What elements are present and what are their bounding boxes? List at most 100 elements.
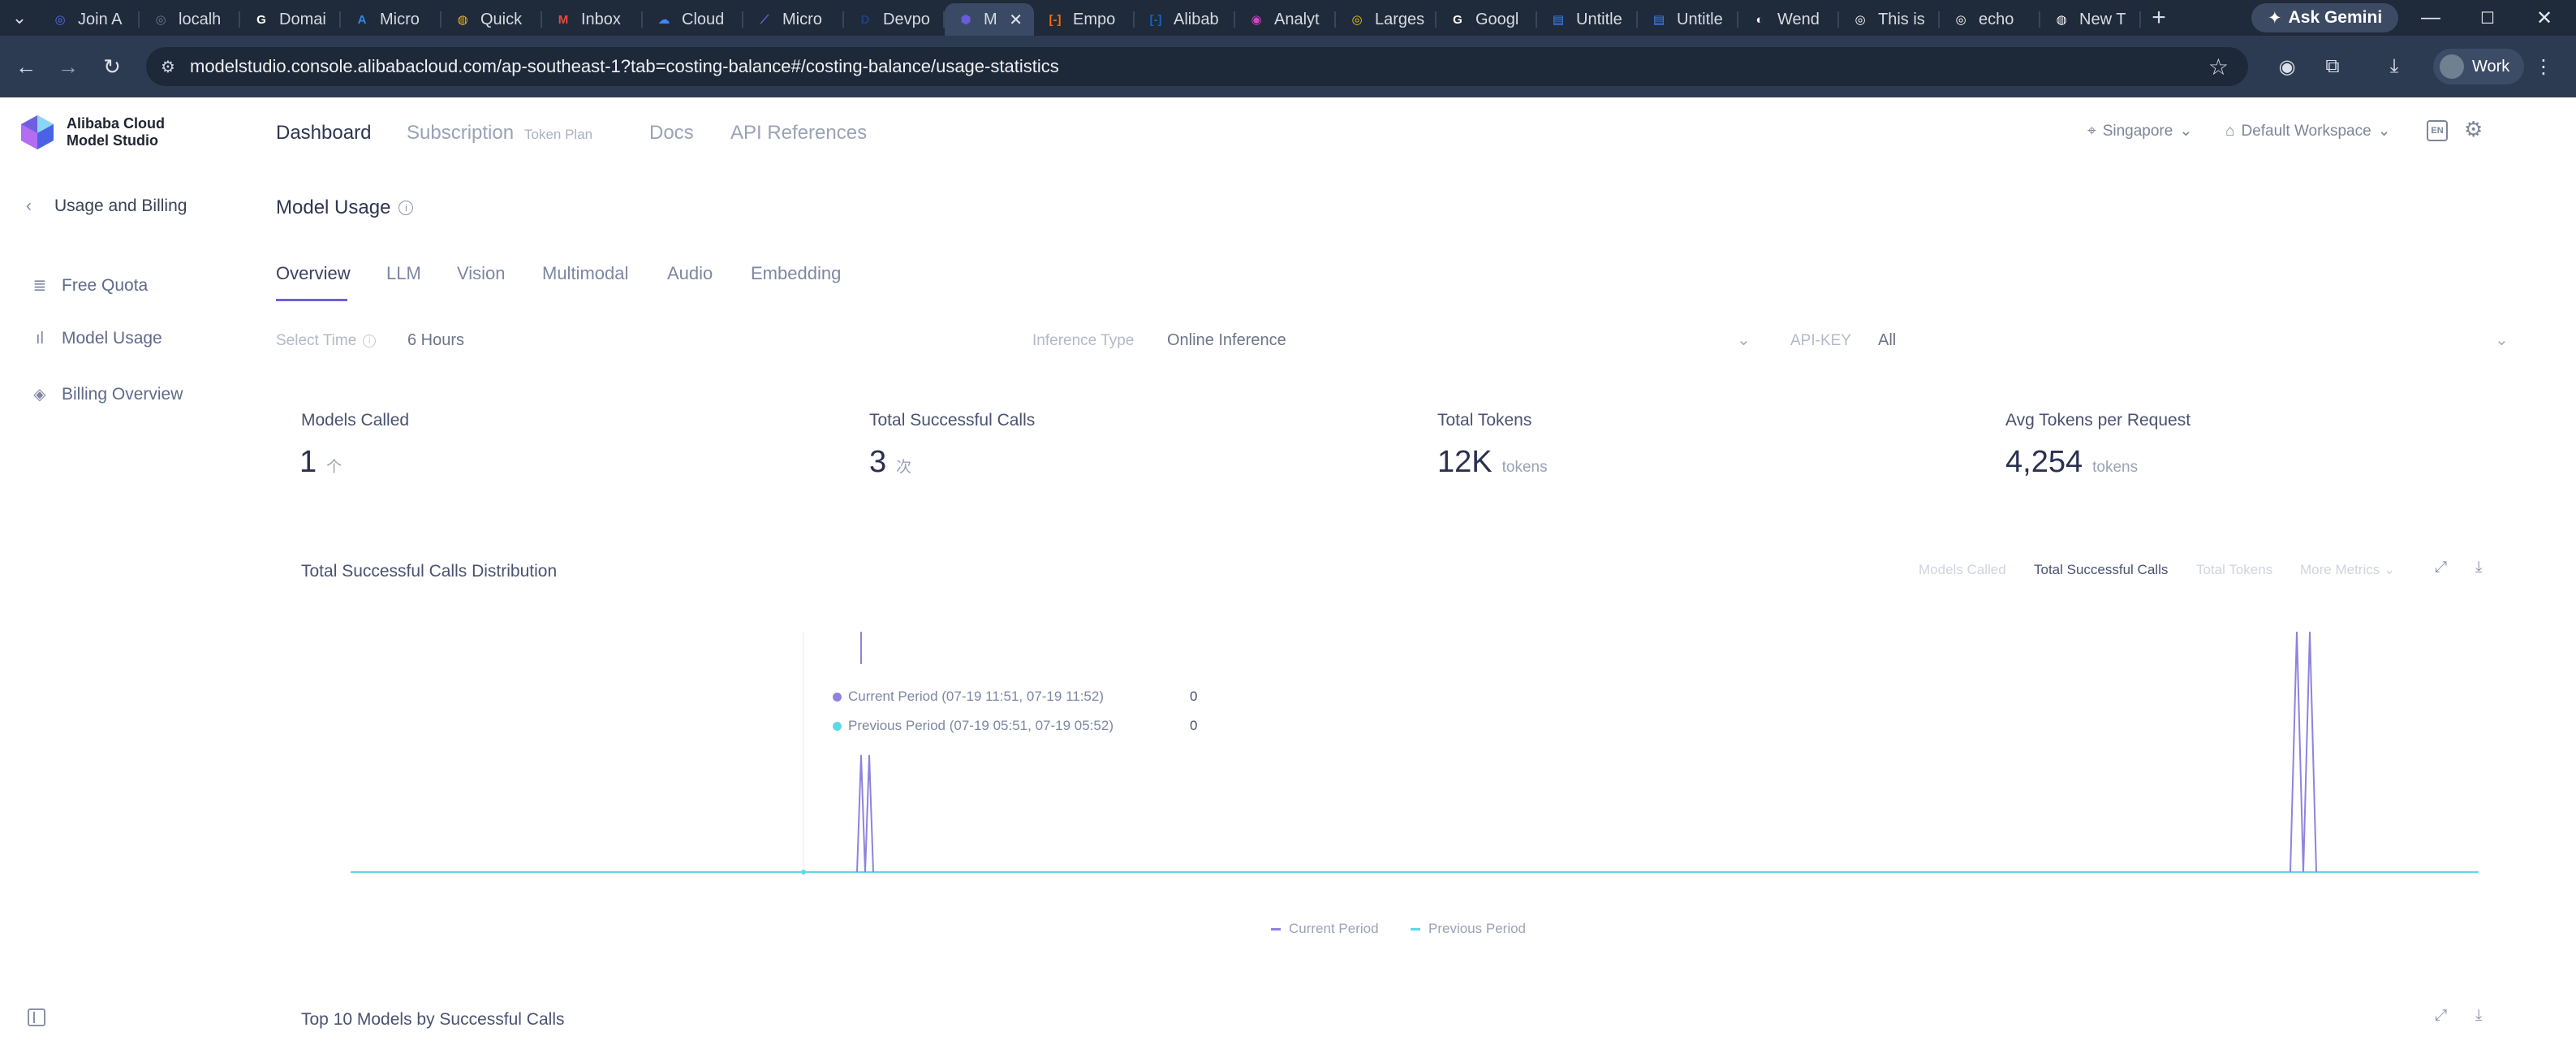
- tab-embedding[interactable]: Embedding: [751, 263, 841, 284]
- maximize-icon[interactable]: ☐: [2459, 0, 2516, 36]
- tab-llm[interactable]: LLM: [386, 263, 421, 284]
- bookmark-star-icon[interactable]: ☆: [2208, 54, 2229, 80]
- region-selector[interactable]: ⌖ Singapore ⌄: [2087, 122, 2192, 140]
- browser-tab[interactable]: ◎ echo: [1940, 3, 2040, 36]
- model-studio-logo-icon: [21, 115, 54, 149]
- sidebar-item-model-usage[interactable]: ıl Model Usage: [31, 329, 162, 348]
- extension-icon[interactable]: ◉: [2272, 52, 2302, 81]
- url-input[interactable]: ⚙ modelstudio.console.alibabacloud.com/a…: [146, 47, 2248, 86]
- sidebar-item-label: Billing Overview: [62, 384, 183, 404]
- info-icon[interactable]: i: [398, 201, 414, 215]
- reload-icon[interactable]: ↻: [96, 50, 128, 83]
- inference-type-select[interactable]: Online Inference: [1167, 331, 1286, 350]
- metric-tab-total-calls[interactable]: Total Successful Calls: [2034, 562, 2168, 578]
- legend-previous-period[interactable]: Previous Period: [1411, 921, 1526, 937]
- profile-button[interactable]: Work: [2433, 49, 2525, 84]
- legend-current-period[interactable]: Current Period: [1271, 921, 1379, 937]
- sidebar-collapse-icon[interactable]: [28, 1008, 45, 1026]
- download-icon[interactable]: ⤓: [2475, 559, 2482, 576]
- select-time-value[interactable]: 6 Hours: [407, 331, 464, 350]
- close-tab-icon[interactable]: ✕: [1009, 10, 1023, 30]
- tab-multimodal[interactable]: Multimodal: [542, 263, 628, 284]
- expand-icon[interactable]: ⤢: [2435, 559, 2447, 576]
- download-icon[interactable]: ⤓: [2475, 1007, 2482, 1025]
- browser-tab[interactable]: M Inbox: [542, 3, 643, 36]
- browser-tab[interactable]: [-] Alibab: [1135, 3, 1235, 36]
- browser-tab-label: Analyt: [1274, 10, 1320, 28]
- metric-tab-models-called[interactable]: Models Called: [1919, 562, 2006, 578]
- browser-tab[interactable]: ▤ Untitle: [1537, 3, 1638, 36]
- close-window-icon[interactable]: ✕: [2516, 0, 2573, 36]
- browser-tab[interactable]: ◎ This is: [1839, 3, 1940, 36]
- settings-gear-icon[interactable]: ⚙: [2464, 117, 2483, 142]
- profile-label: Work: [2472, 57, 2510, 76]
- sparkle-icon: ✦: [2268, 8, 2282, 28]
- tab-search-icon[interactable]: ⌄: [0, 0, 39, 36]
- browser-tab[interactable]: ⟋ Micro: [743, 3, 844, 36]
- browser-tab[interactable]: ◎ localh: [140, 3, 240, 36]
- sidebar-item-billing-overview[interactable]: ◈ Billing Overview: [31, 384, 183, 404]
- ask-gemini-button[interactable]: ✦ Ask Gemini: [2251, 3, 2399, 32]
- workspace-selector[interactable]: ⌂ Default Workspace ⌄: [2225, 122, 2391, 140]
- stat-total-calls: 3 次: [869, 445, 911, 480]
- tab-overview[interactable]: Overview: [276, 263, 351, 284]
- site-info-icon[interactable]: ⚙: [161, 57, 175, 77]
- browser-tab[interactable]: G Googl: [1437, 3, 1537, 36]
- stat-value: 12K: [1437, 445, 1493, 479]
- browser-tab[interactable]: A Micro: [341, 3, 442, 36]
- sidebar-item-free-quota[interactable]: ≣ Free Quota: [31, 275, 149, 296]
- sidebar-back-link[interactable]: ‹ Usage and Billing: [26, 196, 187, 216]
- stat-value: 4,254: [2005, 445, 2083, 479]
- tooltip-row-previous: Previous Period (07-19 05:51, 07-19 05:5…: [833, 718, 1114, 734]
- logo[interactable]: Alibaba Cloud Model Studio: [19, 114, 165, 151]
- expand-icon[interactable]: ⤢: [2435, 1007, 2447, 1025]
- language-switch[interactable]: EN: [2427, 120, 2448, 141]
- nav-api-references[interactable]: API References: [730, 122, 867, 145]
- chevron-down-icon[interactable]: ⌄: [2495, 330, 2509, 350]
- minimize-icon[interactable]: —: [2402, 0, 2459, 36]
- browser-tab[interactable]: ◎ Join A: [39, 3, 140, 36]
- legend-swatch: [1271, 927, 1281, 931]
- select-time-label: Select Time i: [276, 332, 377, 350]
- browser-tab[interactable]: G Domai: [240, 3, 341, 36]
- tooltip-dot: [833, 721, 842, 731]
- more-metrics-label: More Metrics: [2300, 562, 2380, 577]
- hover-point: [801, 870, 806, 874]
- api-key-select[interactable]: All: [1878, 331, 1896, 350]
- browser-tab[interactable]: ⬢ M ✕: [945, 3, 1034, 36]
- nav-token-plan[interactable]: Token Plan: [524, 127, 592, 143]
- browser-tab[interactable]: ◍ New T: [2040, 3, 2141, 36]
- stat-models-called-label: Models Called: [301, 411, 410, 430]
- nav-subscription[interactable]: Subscription: [407, 122, 514, 145]
- new-tab-button[interactable]: +: [2141, 4, 2177, 32]
- nav-docs[interactable]: Docs: [649, 122, 694, 145]
- forward-icon[interactable]: →: [52, 50, 84, 83]
- metric-tab-total-tokens[interactable]: Total Tokens: [2196, 562, 2272, 578]
- calls-distribution-chart: [351, 631, 2479, 875]
- browser-tab[interactable]: ◐ Wend: [1738, 3, 1839, 36]
- browser-tab[interactable]: ☁ Cloud: [643, 3, 743, 36]
- tab-vision[interactable]: Vision: [457, 263, 506, 284]
- distribution-title: Total Successful Calls Distribution: [301, 562, 558, 581]
- extensions-puzzle-icon[interactable]: ⧉: [2318, 52, 2347, 81]
- current-period-spike: [856, 754, 874, 873]
- stat-value: 3: [869, 445, 887, 479]
- browser-tab[interactable]: ◉ Analyt: [1235, 3, 1336, 36]
- google-icon: G: [1453, 12, 1462, 27]
- metric-tab-more-metrics[interactable]: More Metrics ⌄: [2300, 562, 2395, 578]
- browser-tab[interactable]: ▤ Untitle: [1638, 3, 1738, 36]
- cloud-icon: ☁: [657, 13, 670, 27]
- tab-audio[interactable]: Audio: [667, 263, 713, 284]
- browser-tab[interactable]: ◎ Larges: [1336, 3, 1437, 36]
- browser-menu-icon[interactable]: ⋮: [2529, 52, 2558, 81]
- download-icon[interactable]: ⤓: [2380, 52, 2409, 81]
- browser-tab[interactable]: ◍ Quick: [442, 3, 542, 36]
- layers-icon: ◈: [33, 386, 46, 404]
- browser-tab[interactable]: [-] Empo: [1034, 3, 1135, 36]
- chevron-down-icon[interactable]: ⌄: [1737, 330, 1751, 350]
- sidebar-item-label: Model Usage: [62, 329, 162, 348]
- back-icon[interactable]: ←: [10, 50, 42, 83]
- browser-tab-label: This is: [1878, 10, 1925, 28]
- browser-tab[interactable]: D Devpo: [844, 3, 945, 36]
- nav-dashboard[interactable]: Dashboard: [276, 122, 371, 145]
